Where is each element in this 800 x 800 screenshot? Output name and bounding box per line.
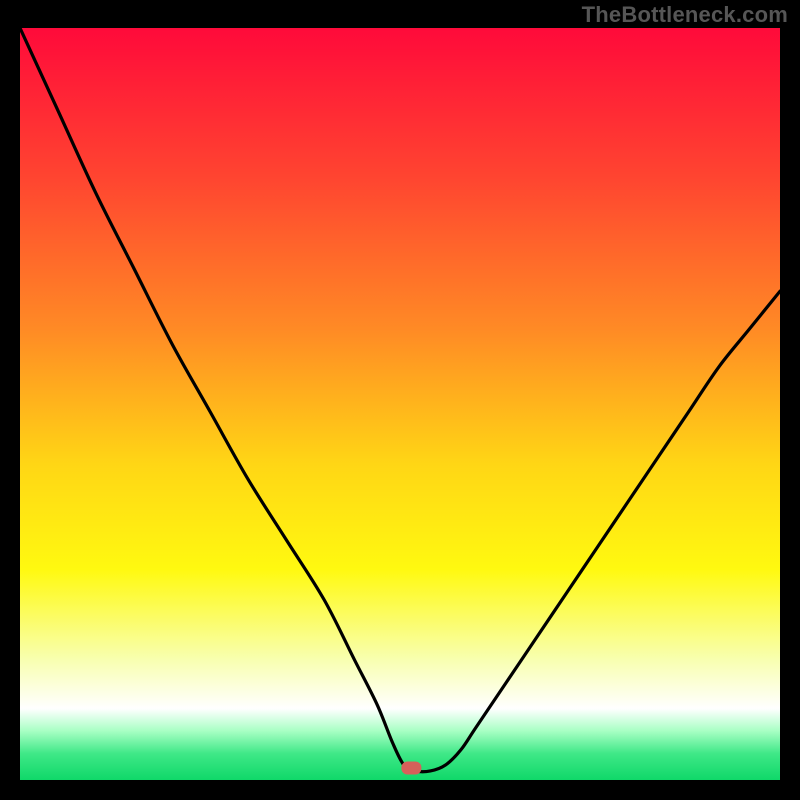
chart-frame: TheBottleneck.com (0, 0, 800, 800)
optimal-marker (401, 761, 421, 774)
gradient-background (20, 28, 780, 780)
watermark-label: TheBottleneck.com (582, 2, 788, 28)
bottleneck-chart (20, 28, 780, 780)
plot-area (20, 28, 780, 780)
